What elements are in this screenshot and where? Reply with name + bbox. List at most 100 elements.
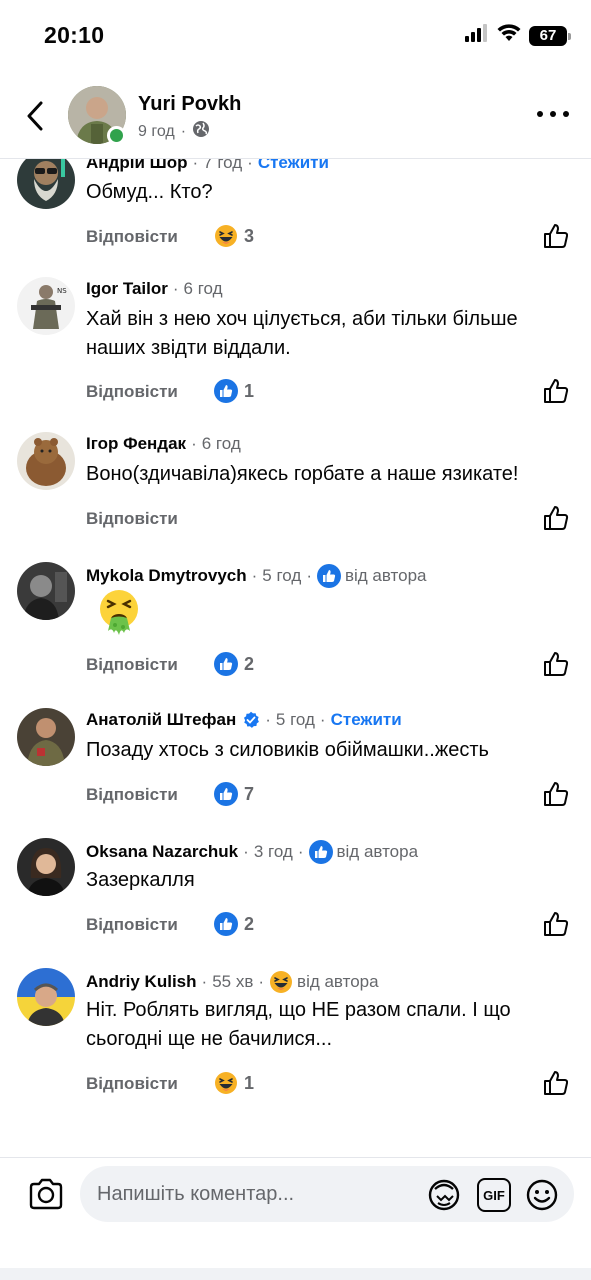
haha-reaction-icon: [215, 225, 237, 247]
back-arrow-icon: [27, 101, 43, 131]
separator-dot: ·: [172, 279, 179, 298]
comment-time[interactable]: 7 год: [203, 159, 242, 173]
more-options-button[interactable]: [537, 102, 569, 126]
comment-text: Обмуд... Кто?: [86, 181, 213, 203]
more-icon-dot: [537, 111, 543, 117]
comment-time[interactable]: 6 год: [184, 279, 223, 299]
commenter-name[interactable]: Oksana Nazarchuk: [86, 842, 238, 862]
comment-text: Ніт. Роблять вигляд, що НЕ разом спали. …: [86, 999, 511, 1050]
separator-dot: ·: [265, 710, 271, 729]
gif-label: GIF: [483, 1187, 505, 1203]
separator-dot: ·: [297, 842, 304, 861]
author-like-icon: [308, 840, 333, 864]
back-button[interactable]: [20, 96, 50, 136]
separator-dot: ·: [191, 434, 197, 453]
status-bar: 20:10 67: [0, 0, 591, 70]
commenter-name[interactable]: Андрій Шор: [86, 159, 187, 173]
status-icons: 67: [465, 24, 571, 47]
author-reacted-badge: від автора: [297, 972, 379, 991]
reaction-count: 1: [244, 380, 255, 401]
comment-header: Oksana Nazarchuk · 3 год · від автора: [86, 840, 418, 864]
battery-icon: 67: [529, 25, 571, 46]
commenter-name[interactable]: Igor Tailor: [86, 279, 168, 299]
separator-dot: ·: [201, 972, 208, 991]
separator-dot: ·: [319, 710, 326, 729]
commenter-avatar[interactable]: NS: [17, 277, 75, 335]
signal-icon: [465, 24, 489, 47]
reply-button[interactable]: Відповісти: [86, 655, 178, 675]
commenter-name[interactable]: Анатолій Штефан: [86, 710, 236, 730]
commenter-name[interactable]: Mykola Dmytrovych: [86, 566, 247, 586]
reply-button[interactable]: Відповісти: [86, 509, 178, 529]
more-icon-dot: [563, 111, 569, 117]
reaction-summary[interactable]: 3: [214, 224, 254, 248]
more-icon-dot: [550, 111, 556, 117]
reaction-summary[interactable]: 2: [214, 652, 254, 676]
like-reaction-icon: [214, 912, 238, 936]
commenter-name[interactable]: Andriy Kulish: [86, 972, 197, 992]
author-haha-icon: [270, 971, 293, 993]
reply-button[interactable]: Відповісти: [86, 382, 178, 402]
reaction-summary[interactable]: 7: [214, 782, 254, 806]
reaction-summary[interactable]: 1: [214, 379, 254, 403]
vomiting-face-icon: [100, 590, 138, 635]
like-icon[interactable]: [543, 651, 569, 677]
commenter-avatar[interactable]: [17, 562, 75, 620]
reaction-count: 1: [244, 1072, 255, 1093]
commenter-name[interactable]: Ігор Фендак: [86, 434, 186, 454]
commenter-avatar[interactable]: [17, 708, 75, 766]
like-icon[interactable]: [543, 378, 569, 404]
reaction-count: 3: [244, 225, 255, 246]
separator-dot: ·: [247, 159, 253, 172]
separator-dot: ·: [306, 566, 312, 585]
comment-emoji: 🤮: [0, 559, 1, 560]
like-reaction-icon: [214, 782, 238, 806]
comment-text: Воно(здичавіла)якесь горбате а наше язик…: [86, 463, 519, 485]
comment-header: Ігор Фендак · 6 год: [86, 434, 241, 454]
gif-icon[interactable]: GIF: [477, 1178, 511, 1212]
commenter-avatar[interactable]: [17, 432, 75, 490]
separator-dot: ·: [192, 159, 199, 172]
follow-button[interactable]: Стежити: [331, 710, 402, 730]
comment-header: Andriy Kulish · 55 хв · від автора: [86, 970, 379, 994]
reaction-summary[interactable]: 2: [214, 912, 254, 936]
wifi-icon: [497, 24, 521, 47]
like-icon[interactable]: [543, 505, 569, 531]
commenter-avatar[interactable]: [17, 968, 75, 1026]
comment-header: Igor Tailor · 6 год: [86, 279, 223, 299]
like-icon[interactable]: [543, 223, 569, 249]
commenter-avatar[interactable]: [17, 159, 75, 209]
like-icon[interactable]: [543, 781, 569, 807]
like-icon[interactable]: [543, 911, 569, 937]
reaction-count: 2: [244, 653, 255, 674]
follow-button[interactable]: Стежити: [258, 159, 329, 173]
comment-time[interactable]: 3 год: [254, 842, 293, 862]
post-meta: 9 год ·: [138, 120, 210, 143]
comment-time[interactable]: 6 год: [202, 434, 241, 454]
comment-text: Зазеркалля: [86, 869, 195, 891]
comments-list[interactable]: Андрій Шор · 7 год · Стежити Обмуд... Кт…: [0, 159, 591, 1157]
avatar-sticker-icon[interactable]: [427, 1178, 461, 1212]
comment-time[interactable]: 55 хв: [212, 972, 253, 992]
comment-header: Анатолій Штефан · 5 год · Стежити: [86, 710, 402, 730]
reply-button[interactable]: Відповісти: [86, 915, 178, 935]
author-reacted-badge: від автора: [344, 566, 427, 585]
author-reacted-badge: від автора: [336, 842, 419, 861]
emoji-icon[interactable]: [525, 1178, 559, 1212]
reaction-summary[interactable]: 1: [214, 1071, 254, 1095]
comment-header: Андрій Шор · 7 год · Стежити: [86, 159, 329, 173]
commenter-avatar[interactable]: [17, 838, 75, 896]
meta-separator: ·: [180, 122, 187, 140]
globe-icon: [192, 120, 210, 143]
reply-button[interactable]: Відповісти: [86, 785, 178, 805]
like-reaction-icon: [214, 379, 238, 403]
reply-button[interactable]: Відповісти: [86, 1074, 178, 1094]
author-name[interactable]: Yuri Povkh: [138, 93, 241, 116]
comment-time[interactable]: 5 год: [276, 710, 315, 730]
comment-header: Mykola Dmytrovych · 5 год · від автора: [86, 564, 427, 588]
svg-text:NS: NS: [57, 287, 67, 295]
comment-time[interactable]: 5 год: [262, 566, 301, 586]
camera-icon[interactable]: [28, 1178, 64, 1210]
like-icon[interactable]: [543, 1070, 569, 1096]
reply-button[interactable]: Відповісти: [86, 227, 178, 247]
